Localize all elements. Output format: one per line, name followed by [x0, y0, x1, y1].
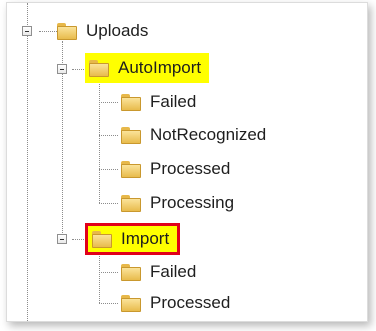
- tree-connector-uploads: [39, 31, 57, 32]
- folder-icon: [57, 22, 77, 40]
- tree-connector-failed: [99, 102, 118, 103]
- tree-node-label: Failed: [150, 262, 197, 281]
- tree-connector-import-failed: [99, 272, 118, 273]
- collapse-toggle-import[interactable]: [57, 234, 67, 244]
- folder-icon: [121, 194, 141, 212]
- collapse-toggle-uploads[interactable]: [22, 26, 32, 36]
- tree-node-label: Import: [121, 229, 170, 248]
- folder-icon: [92, 230, 112, 248]
- tree-node-label: Processed: [150, 293, 231, 312]
- folder-icon: [121, 294, 141, 312]
- tree-node-import[interactable]: Import: [85, 223, 181, 255]
- tree-node-autoimport-failed[interactable]: Failed: [121, 88, 196, 116]
- tree-node-label: NotRecognized: [150, 125, 267, 144]
- collapse-toggle-autoimport[interactable]: [57, 64, 67, 74]
- tree-connector-import-processed: [99, 303, 118, 304]
- tree-node-autoimport-processing[interactable]: Processing: [121, 189, 234, 217]
- tree-node-label: AutoImport: [118, 58, 202, 77]
- tree-node-autoimport-notrecognized[interactable]: NotRecognized: [121, 121, 266, 149]
- folder-tree-panel: Uploads AutoImport Failed NotRecognized …: [6, 2, 368, 322]
- tree-node-autoimport-processed[interactable]: Processed: [121, 155, 230, 183]
- tree-node-import-processed[interactable]: Processed: [121, 289, 230, 317]
- folder-icon: [89, 59, 109, 77]
- tree-connector-processed: [99, 169, 118, 170]
- folder-icon: [121, 160, 141, 178]
- tree-node-label: Processed: [150, 159, 231, 178]
- folder-icon: [121, 263, 141, 281]
- tree-node-label: Failed: [150, 92, 197, 111]
- folder-icon: [121, 93, 141, 111]
- folder-icon: [121, 126, 141, 144]
- import-highlight: Import: [85, 223, 181, 255]
- tree-node-uploads[interactable]: Uploads: [57, 17, 148, 45]
- tree-connector-autoimport-children: [99, 81, 100, 203]
- tree-node-label: Uploads: [86, 21, 149, 40]
- tree-connector-processing: [99, 203, 118, 204]
- tree-node-label: Processing: [150, 193, 235, 212]
- tree-connector-root: [27, 3, 28, 321]
- tree-node-import-failed[interactable]: Failed: [121, 258, 196, 286]
- tree-node-autoimport[interactable]: AutoImport: [85, 53, 210, 83]
- tree-connector-import-children: [99, 251, 100, 303]
- autoimport-highlight: AutoImport: [85, 53, 210, 83]
- tree-connector-notrecognized: [99, 135, 118, 136]
